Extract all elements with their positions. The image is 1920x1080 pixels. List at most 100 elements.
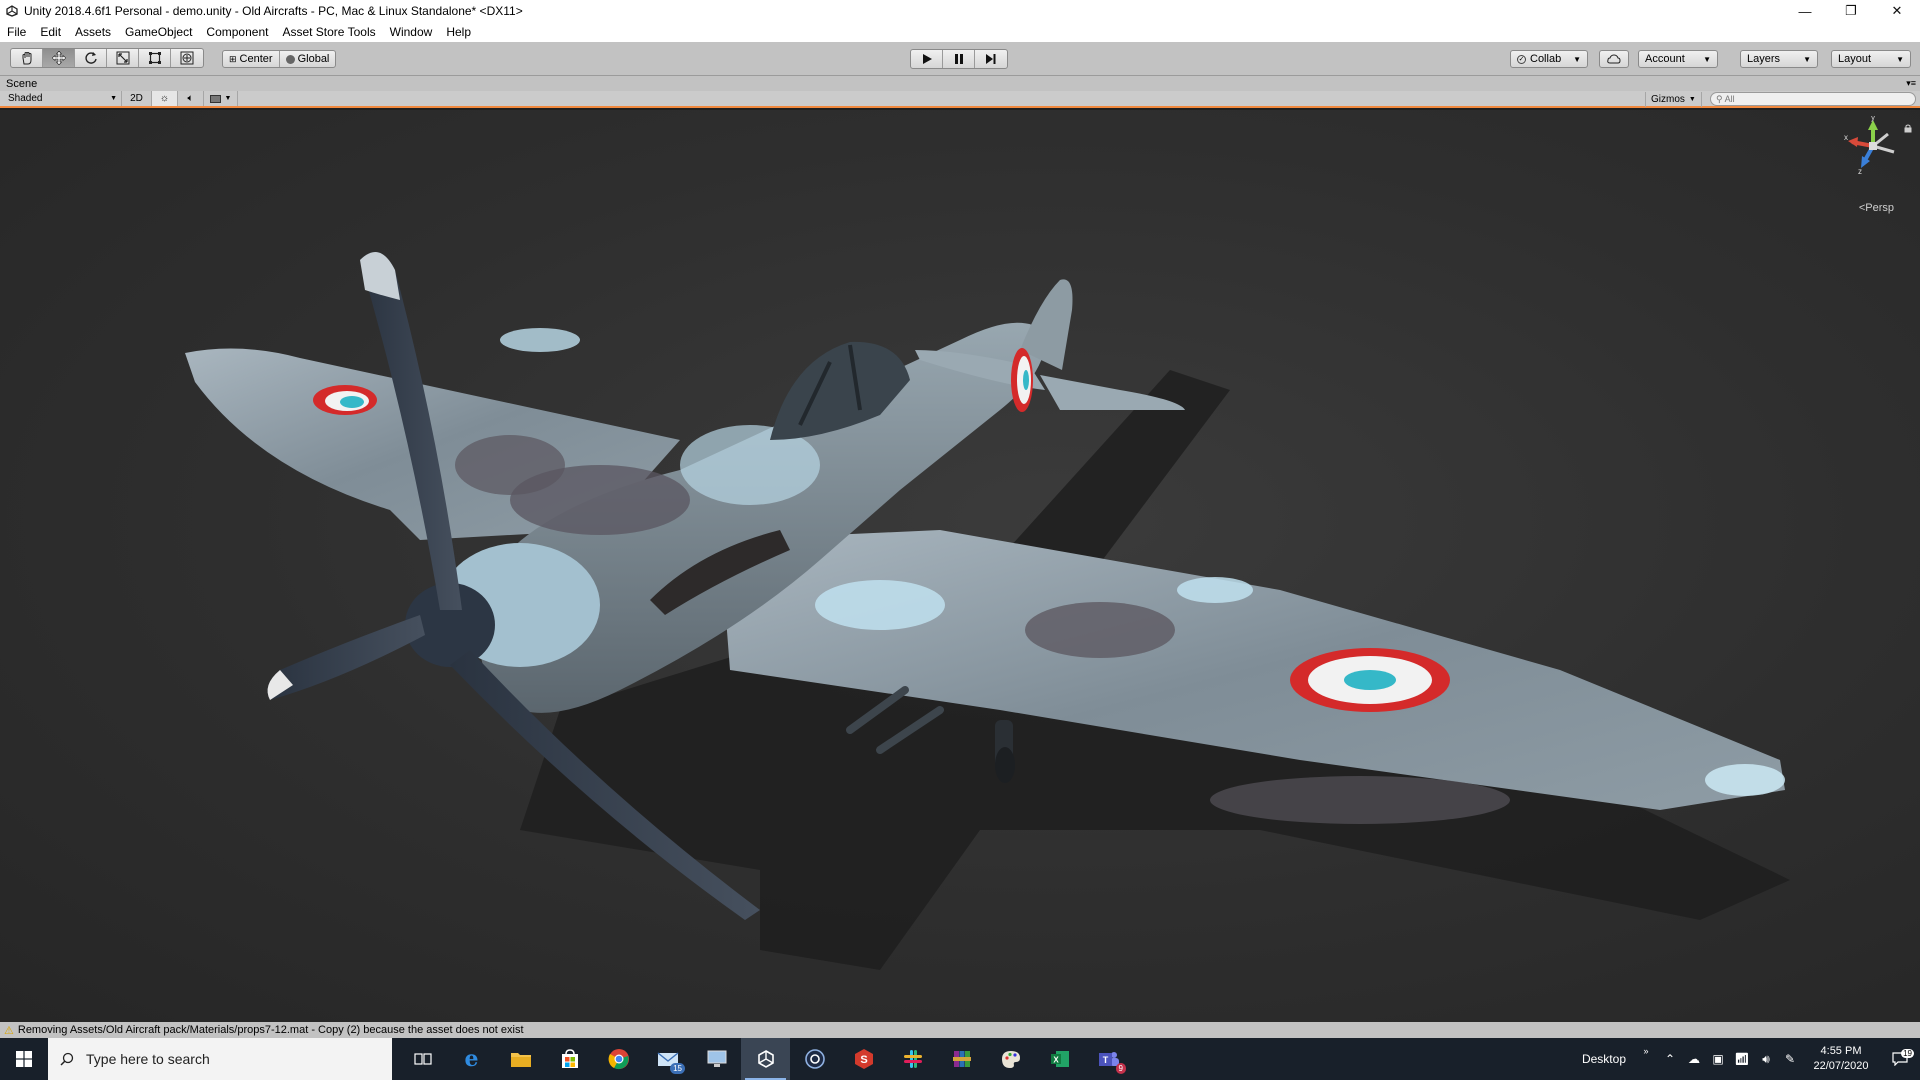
scene-search-input[interactable]: ⚲ All xyxy=(1710,92,1916,106)
paint-app[interactable] xyxy=(986,1038,1035,1080)
hand-tool-button[interactable] xyxy=(11,49,43,67)
task-view-icon xyxy=(413,1053,432,1065)
menu-file[interactable]: File xyxy=(0,25,33,39)
pen-icon[interactable]: ✎ xyxy=(1778,1038,1802,1080)
system-tray: Desktop » ⌃ ☁ ▣ 📶︎ 🔊︎ ✎ 4:55 PM 22/07/20… xyxy=(1582,1038,1920,1080)
menu-edit[interactable]: Edit xyxy=(33,25,68,39)
edge-app[interactable]: e xyxy=(447,1038,496,1080)
layout-dropdown[interactable]: Layout ▼ xyxy=(1831,50,1911,68)
excel-app[interactable]: X xyxy=(1035,1038,1084,1080)
axis-x-label: x xyxy=(1844,133,1848,142)
taskbar-search-input[interactable]: Type here to search xyxy=(48,1038,392,1080)
account-dropdown[interactable]: Account ▼ xyxy=(1638,50,1718,68)
system-clock[interactable]: 4:55 PM 22/07/2020 xyxy=(1802,1044,1880,1074)
pivot-rotation-toggle[interactable]: Global xyxy=(280,51,336,67)
edge-icon: e xyxy=(464,1046,479,1072)
transform-tool-button[interactable] xyxy=(171,49,203,67)
aircraft-render xyxy=(185,252,1790,970)
axis-z-label: z xyxy=(1858,167,1862,176)
warning-icon: ⚠ xyxy=(4,1024,14,1037)
chrome-app[interactable] xyxy=(594,1038,643,1080)
cloud-services-button[interactable] xyxy=(1599,50,1629,68)
store-app[interactable] xyxy=(545,1038,594,1080)
windows-icon xyxy=(16,1051,32,1067)
gizmos-dropdown[interactable]: Gizmos ▼ xyxy=(1645,92,1702,107)
unity-app[interactable] xyxy=(741,1038,790,1080)
close-button[interactable]: ✕ xyxy=(1874,0,1920,22)
chevron-up-icon[interactable]: ⌃ xyxy=(1658,1038,1682,1080)
onedrive-icon[interactable]: ☁ xyxy=(1682,1038,1706,1080)
menu-bar: File Edit Assets GameObject Component As… xyxy=(0,22,1920,42)
pivot-mode-label: Center xyxy=(239,53,273,65)
fuselage-camo xyxy=(510,465,690,535)
status-bar[interactable]: ⚠ Removing Assets/Old Aircraft pack/Mate… xyxy=(0,1022,1920,1038)
hand-icon xyxy=(22,52,31,65)
mail-badge: 15 xyxy=(670,1063,685,1074)
teams-app[interactable]: T 9 xyxy=(1084,1038,1133,1080)
teams-badge: 9 xyxy=(1115,1063,1126,1074)
menu-assets[interactable]: Assets xyxy=(68,25,118,39)
move-tool-button[interactable] xyxy=(43,49,75,67)
search-icon: ⚲ xyxy=(1716,93,1723,104)
projection-toggle[interactable]: <Persp xyxy=(1859,202,1894,214)
lighting-toggle[interactable]: ☼ xyxy=(152,91,178,106)
axis-y-label: y xyxy=(1871,116,1875,122)
menu-window[interactable]: Window xyxy=(383,25,440,39)
slack-app[interactable] xyxy=(888,1038,937,1080)
wing-camo-patch xyxy=(1177,577,1253,603)
pause-button[interactable] xyxy=(943,50,975,68)
restore-button[interactable]: ❐ xyxy=(1828,0,1874,22)
task-view-button[interactable] xyxy=(398,1038,447,1080)
draw-mode-dropdown[interactable]: Shaded ▼ xyxy=(0,91,122,106)
layers-label: Layers xyxy=(1747,53,1781,65)
panel-menu-icon[interactable]: ▾≡ xyxy=(1906,78,1916,89)
propeller-blade xyxy=(267,615,425,700)
pivot-mode-toggle[interactable]: ⊞ Center xyxy=(223,51,280,67)
desktop-toolbar-label[interactable]: Desktop xyxy=(1582,1052,1626,1066)
wifi-icon[interactable]: 📶︎ xyxy=(1730,1038,1754,1080)
scene-search-placeholder: All xyxy=(1724,94,1735,104)
mode-2d-toggle[interactable]: 2D xyxy=(122,91,152,106)
chevron-down-icon: ▼ xyxy=(1703,54,1711,64)
menu-help[interactable]: Help xyxy=(439,25,478,39)
slack-icon xyxy=(903,1050,922,1068)
play-button[interactable] xyxy=(911,50,943,68)
collab-dropdown[interactable]: ✓ Collab ▼ xyxy=(1510,50,1588,68)
remote-desktop-app[interactable] xyxy=(692,1038,741,1080)
substance-app[interactable]: S xyxy=(839,1038,888,1080)
effects-dropdown[interactable]: ▼ xyxy=(204,91,238,106)
file-explorer-app[interactable] xyxy=(496,1038,545,1080)
winrar-app[interactable] xyxy=(937,1038,986,1080)
volume-icon[interactable]: 🔊︎ xyxy=(1754,1038,1778,1080)
chevron-down-icon: ▼ xyxy=(1896,54,1904,64)
minimize-button[interactable]: — xyxy=(1782,0,1828,22)
scene-tab[interactable]: Scene ▾≡ xyxy=(0,76,1920,91)
taskbar-search-placeholder: Type here to search xyxy=(86,1051,210,1067)
svg-text:T: T xyxy=(1102,1055,1108,1065)
menu-gameobject[interactable]: GameObject xyxy=(118,25,199,39)
scene-viewport[interactable]: y x z <Persp xyxy=(0,110,1920,1022)
wing-camo-patch xyxy=(500,328,580,352)
layers-dropdown[interactable]: Layers ▼ xyxy=(1740,50,1818,68)
menu-asset-store-tools[interactable]: Asset Store Tools xyxy=(275,25,382,39)
sun-icon: ☼ xyxy=(159,93,170,104)
meet-now-icon[interactable]: ▣ xyxy=(1706,1038,1730,1080)
clock-date: 22/07/2020 xyxy=(1813,1060,1869,1072)
rect-tool-button[interactable] xyxy=(139,49,171,67)
scale-tool-button[interactable] xyxy=(107,49,139,67)
chevron-right-icon[interactable]: » xyxy=(1634,1038,1658,1080)
action-center-button[interactable]: 19 xyxy=(1880,1049,1920,1066)
landing-wheel xyxy=(995,747,1015,783)
step-button[interactable] xyxy=(975,50,1007,68)
chevron-down-icon: ▼ xyxy=(1688,96,1696,103)
mail-app[interactable]: 15 xyxy=(643,1038,692,1080)
cinema4d-app[interactable] xyxy=(790,1038,839,1080)
rotate-tool-button[interactable] xyxy=(75,49,107,67)
orientation-gizmo[interactable]: y x z xyxy=(1838,116,1908,176)
audio-toggle[interactable]: 🔈︎ xyxy=(178,91,204,106)
chevron-down-icon: ▼ xyxy=(224,95,232,102)
start-button[interactable] xyxy=(0,1038,48,1080)
folder-icon xyxy=(510,1053,531,1067)
menu-component[interactable]: Component xyxy=(199,25,275,39)
main-toolbar: ⊞ Center Global ✓ Collab ▼ Account ▼ Lay… xyxy=(0,42,1920,76)
